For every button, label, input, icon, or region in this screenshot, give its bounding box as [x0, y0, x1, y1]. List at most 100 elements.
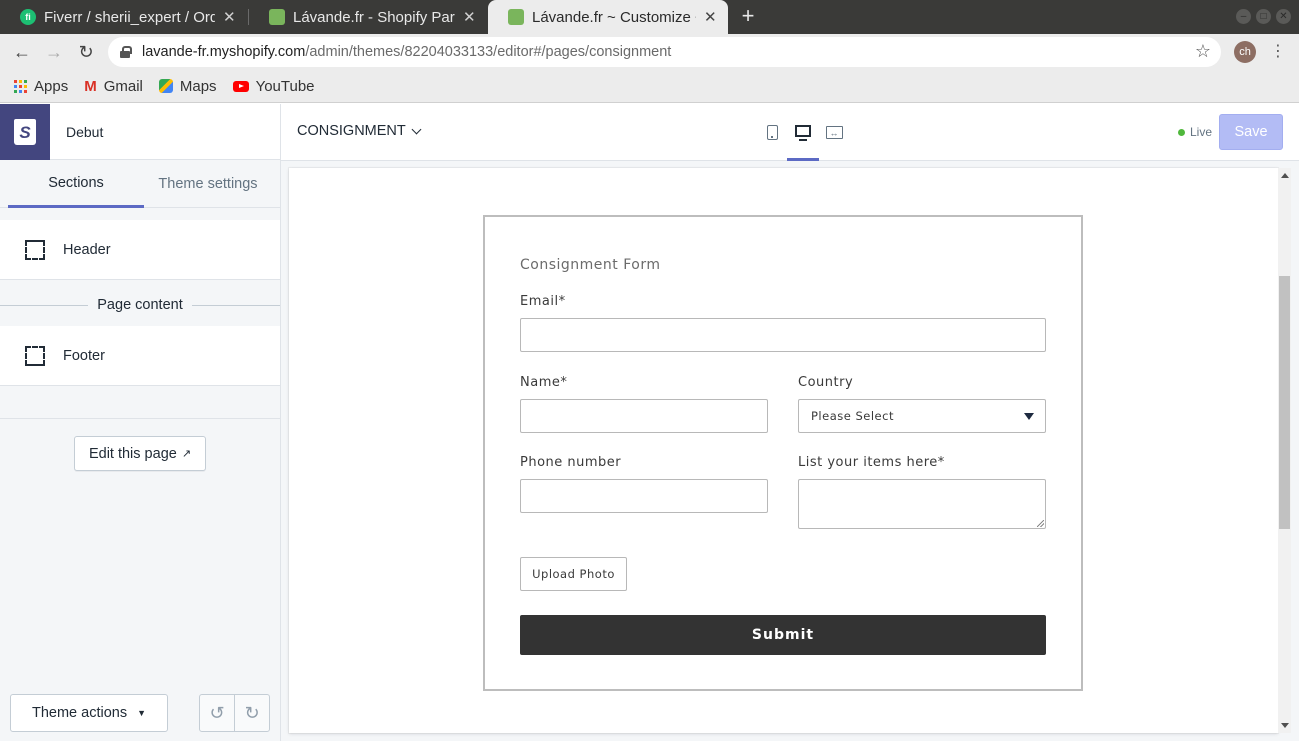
profile-avatar[interactable]: ch [1234, 41, 1256, 63]
minimize-icon[interactable]: – [1236, 9, 1251, 24]
bookmark-apps[interactable]: Apps [14, 78, 68, 95]
sidebar-divider [0, 418, 280, 419]
bookmark-youtube[interactable]: YouTube [232, 77, 315, 95]
storefront-preview: Consignment Form Email* Name* Country Pl… [289, 168, 1278, 733]
phone-label: Phone number [520, 455, 622, 470]
shopify-favicon-icon [269, 9, 285, 25]
scroll-up-arrow-icon[interactable] [1281, 173, 1289, 178]
back-arrow-icon[interactable]: ← [10, 40, 34, 64]
browser-tab-fiverr[interactable]: fi Fiverr / sherii_expert / Orders ✕ [0, 0, 247, 34]
bookmarks-bar: Apps M Gmail Maps YouTube [0, 70, 1299, 103]
maximize-icon[interactable]: □ [1256, 9, 1271, 24]
maps-icon [158, 79, 173, 93]
page-content-label: Page content [97, 297, 183, 313]
bookmark-label: Apps [34, 77, 69, 95]
browser-tab-customize[interactable]: Lávande.fr ~ Customize ~ Debut ✕ [488, 0, 728, 34]
save-button[interactable]: Save [1219, 114, 1283, 150]
window-controls: – □ ✕ [1236, 9, 1291, 24]
close-window-icon[interactable]: ✕ [1276, 9, 1291, 24]
close-icon[interactable]: ✕ [704, 8, 718, 26]
name-field[interactable] [520, 399, 768, 433]
close-icon[interactable]: ✕ [463, 8, 477, 26]
youtube-icon [232, 80, 249, 92]
browser-menu-icon[interactable]: ⋮ [1270, 41, 1286, 63]
shopify-bag-icon: S [14, 119, 36, 145]
shopify-logo-icon[interactable]: S [0, 104, 50, 160]
browser-tab-shopify-partners[interactable]: Lávande.fr - Shopify Partners ✕ [249, 0, 487, 34]
theme-actions-button[interactable]: Theme actions ▼ [10, 694, 168, 732]
undo-redo-group: ↺ ↻ [199, 694, 270, 732]
desktop-icon [795, 125, 811, 141]
section-label: Header [63, 241, 111, 258]
theme-name: Debut [66, 124, 104, 140]
resize-grip-icon[interactable] [1037, 520, 1044, 527]
fiverr-favicon-icon: fi [20, 9, 36, 25]
form-title: Consignment Form [520, 257, 661, 273]
redo-icon[interactable]: ↻ [235, 695, 269, 731]
section-item-footer[interactable]: Footer [0, 326, 280, 386]
fullwidth-view-button[interactable]: ↔ [818, 104, 850, 161]
undo-icon[interactable]: ↺ [200, 695, 235, 731]
items-textarea[interactable] [798, 479, 1046, 529]
tab-sections[interactable]: Sections [8, 160, 144, 208]
bookmark-label: Gmail [103, 77, 143, 95]
chevron-down-icon [411, 124, 422, 134]
live-status: Live [1178, 125, 1212, 139]
close-icon[interactable]: ✕ [223, 8, 237, 26]
fullscreen-icon: ↔ [825, 126, 843, 139]
external-link-icon: ↗ [181, 448, 192, 460]
desktop-view-button[interactable] [787, 104, 819, 161]
consignment-form: Consignment Form Email* Name* Country Pl… [483, 215, 1083, 691]
url-path: /admin/themes/82204033133/editor#/pages/… [305, 44, 672, 60]
browser-toolbar: ← → ↻ lavande-fr.myshopify.com /admin/th… [0, 34, 1299, 70]
forward-arrow-icon[interactable]: → [42, 40, 66, 64]
email-label: Email* [520, 294, 566, 309]
edit-page-label: Edit this page [88, 445, 177, 462]
editor-sidebar: S Debut Sections Theme settings Header P… [0, 104, 281, 741]
editor-topbar: CONSIGNMENT ↔ Live Save [281, 104, 1299, 161]
tab-title: Lávande.fr ~ Customize ~ Debut [532, 8, 696, 26]
page-content-divider: Page content [0, 284, 280, 326]
new-tab-plus-icon[interactable]: + [738, 4, 758, 28]
bookmark-gmail[interactable]: M Gmail [84, 78, 143, 95]
browser-tab-strip: fi Fiverr / sherii_expert / Orders ✕ Láv… [0, 0, 1299, 34]
bookmark-label: YouTube [255, 77, 315, 95]
shopify-favicon-icon [508, 9, 524, 25]
items-label: List your items here* [798, 455, 945, 470]
bookmark-star-icon[interactable]: ☆ [1195, 41, 1211, 62]
header-section-icon [25, 240, 45, 260]
section-label: Footer [63, 347, 105, 364]
scroll-thumb[interactable] [1279, 276, 1290, 529]
address-bar[interactable]: lavande-fr.myshopify.com /admin/themes/8… [108, 37, 1221, 67]
lock-icon [120, 46, 132, 58]
page-selector[interactable]: CONSIGNMENT [297, 123, 422, 139]
bookmark-maps[interactable]: Maps [158, 77, 217, 95]
tab-theme-settings[interactable]: Theme settings [140, 160, 276, 208]
scroll-down-arrow-icon[interactable] [1281, 723, 1289, 728]
upload-photo-button[interactable]: Upload Photo [520, 557, 627, 591]
gmail-icon: M [84, 77, 97, 95]
url-host: lavande-fr.myshopify.com [142, 44, 306, 60]
country-select-value: Please Select [811, 409, 894, 423]
footer-section-icon [25, 346, 45, 366]
theme-actions-label: Theme actions [31, 705, 128, 721]
sidebar-header: S Debut [0, 104, 280, 160]
country-select[interactable]: Please Select [798, 399, 1046, 433]
edit-this-page-button[interactable]: Edit this page ↗ [74, 436, 206, 471]
bookmark-label: Maps [179, 77, 217, 95]
caret-down-icon: ▼ [137, 708, 147, 718]
name-label: Name* [520, 375, 568, 390]
country-label: Country [798, 375, 854, 390]
dropdown-arrow-icon [1024, 413, 1034, 420]
preview-scrollbar[interactable] [1278, 168, 1291, 733]
apps-grid-icon [14, 79, 27, 93]
mobile-icon [766, 125, 778, 140]
email-field[interactable] [520, 318, 1046, 352]
reload-icon[interactable]: ↻ [74, 40, 98, 64]
section-item-header[interactable]: Header [0, 220, 280, 280]
phone-field[interactable] [520, 479, 768, 513]
tab-title: Lávande.fr - Shopify Partners [293, 8, 455, 26]
submit-button[interactable]: Submit [520, 615, 1046, 655]
mobile-view-button[interactable] [756, 104, 788, 161]
tab-title: Fiverr / sherii_expert / Orders [44, 8, 215, 26]
